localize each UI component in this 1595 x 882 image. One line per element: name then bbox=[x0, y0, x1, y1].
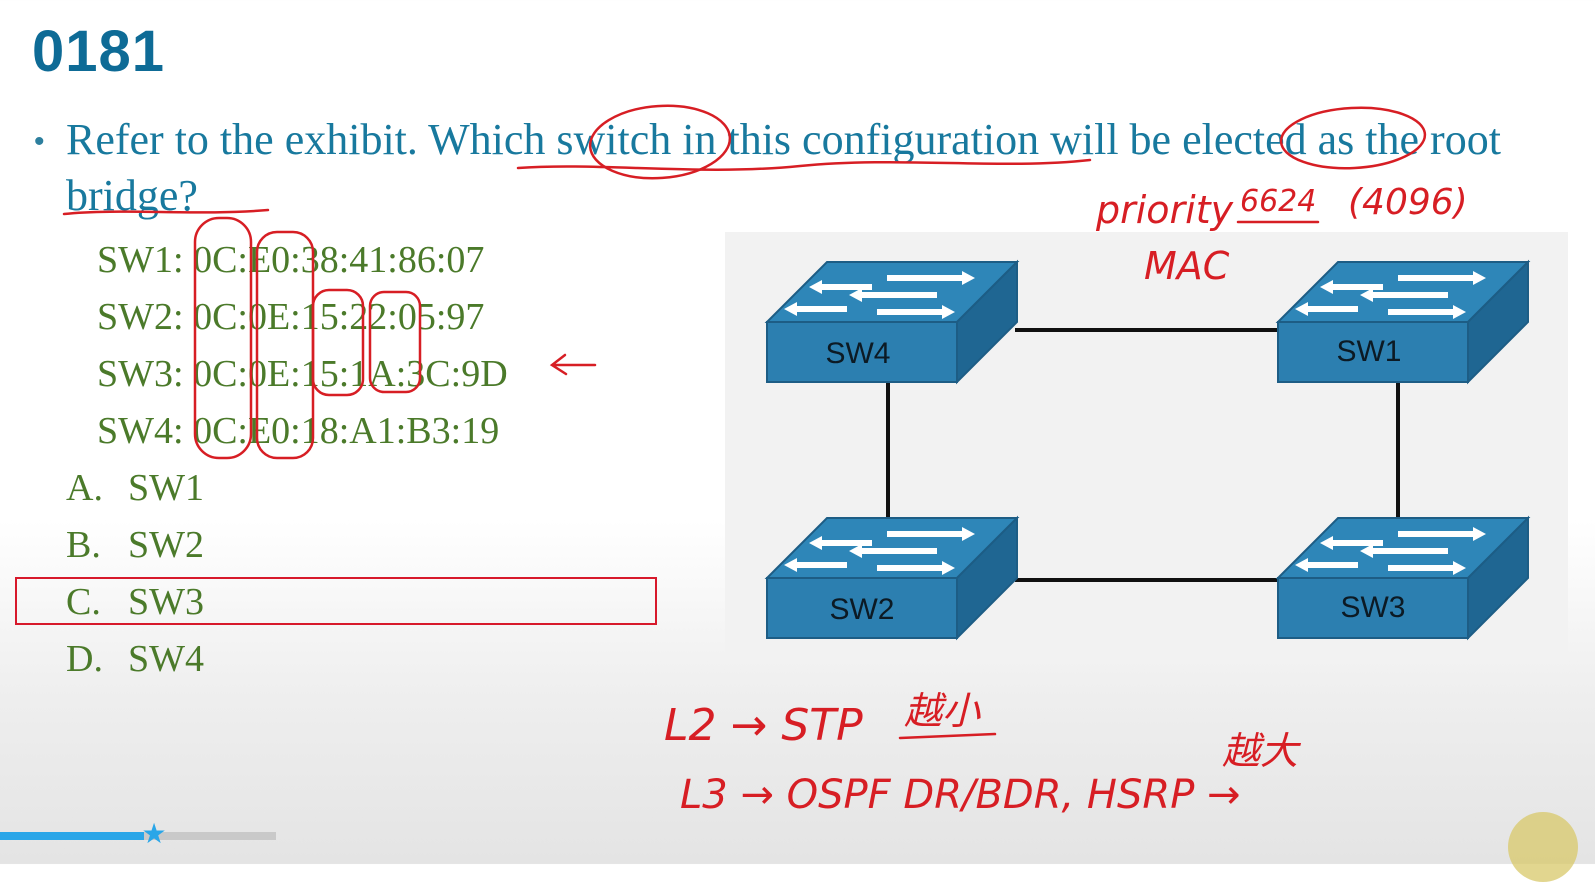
corner-logo-icon bbox=[1508, 812, 1578, 882]
option-letter: A. bbox=[66, 467, 103, 509]
ink-l2-chinese: 越小 bbox=[904, 689, 981, 733]
mac-row-sw4: SW4: 0C:E0:18:A1:B3:19 bbox=[97, 403, 508, 460]
mac-value: 0C:E0:38:41:86:07 bbox=[193, 239, 485, 281]
mac-row-sw3: SW3: 0C:0E:15:1A:3C:9D bbox=[97, 346, 508, 403]
mac-value: 0C:0E:15:1A:3C:9D bbox=[193, 353, 508, 395]
ink-mac: MAC bbox=[1144, 244, 1230, 288]
question-text: Refer to the exhibit. Which switch in th… bbox=[66, 115, 1501, 220]
option-a[interactable]: A. SW1 bbox=[66, 460, 204, 517]
slide-number: 0181 bbox=[32, 19, 166, 84]
option-text: SW2 bbox=[128, 524, 204, 566]
switch-sw4 bbox=[766, 261, 1018, 383]
option-letter: D. bbox=[66, 638, 103, 680]
ink-l3-line: L3 → OSPF DR/BDR, HSRP → bbox=[680, 772, 1241, 818]
progress-fill bbox=[0, 832, 144, 840]
ink-l3-chinese: 越大 bbox=[1222, 729, 1299, 773]
ink-l2-line: L2 → STP bbox=[664, 700, 863, 751]
switch-label: SW4 bbox=[825, 337, 890, 370]
mac-row-sw1: SW1: 0C:E0:38:41:86:07 bbox=[97, 232, 508, 289]
mac-label: SW1: bbox=[97, 239, 184, 281]
mac-label: SW3: bbox=[97, 353, 184, 395]
option-b[interactable]: B. SW2 bbox=[66, 517, 204, 574]
answer-options: A. SW1 B. SW2 C. SW3 D. SW4 bbox=[66, 460, 204, 688]
topology-diagram: SW4 SW1 SW2 SW3 bbox=[766, 261, 1529, 639]
mac-value: 0C:0E:15:22:05:97 bbox=[193, 296, 485, 338]
ink-priority: priority bbox=[1096, 188, 1234, 232]
mac-address-list: SW1: 0C:E0:38:41:86:07 SW2: 0C:0E:15:22:… bbox=[97, 232, 508, 460]
bullet-icon: • bbox=[34, 125, 45, 158]
switch-label: SW1 bbox=[1336, 335, 1401, 368]
star-icon[interactable]: ★ bbox=[140, 820, 168, 848]
mac-value: 0C:E0:18:A1:B3:19 bbox=[193, 410, 500, 452]
mac-label: SW2: bbox=[97, 296, 184, 338]
option-text: SW1 bbox=[128, 467, 204, 509]
mac-row-sw2: SW2: 0C:0E:15:22:05:97 bbox=[97, 289, 508, 346]
ink-priority-scratch: 6624 bbox=[1240, 184, 1317, 219]
switch-sw1 bbox=[1277, 261, 1529, 383]
network-exhibit: SW4 SW1 SW2 SW3 bbox=[725, 232, 1568, 664]
option-d[interactable]: D. SW4 bbox=[66, 631, 204, 688]
option-text: SW4 bbox=[128, 638, 204, 680]
switch-label: SW3 bbox=[1340, 591, 1405, 624]
ink-arrow-sw3 bbox=[549, 353, 597, 376]
ink-priority-value: (4096) bbox=[1348, 182, 1468, 223]
correct-answer-highlight bbox=[15, 577, 657, 625]
option-letter: B. bbox=[66, 524, 101, 566]
switch-label: SW2 bbox=[829, 593, 894, 626]
mac-label: SW4: bbox=[97, 410, 184, 452]
